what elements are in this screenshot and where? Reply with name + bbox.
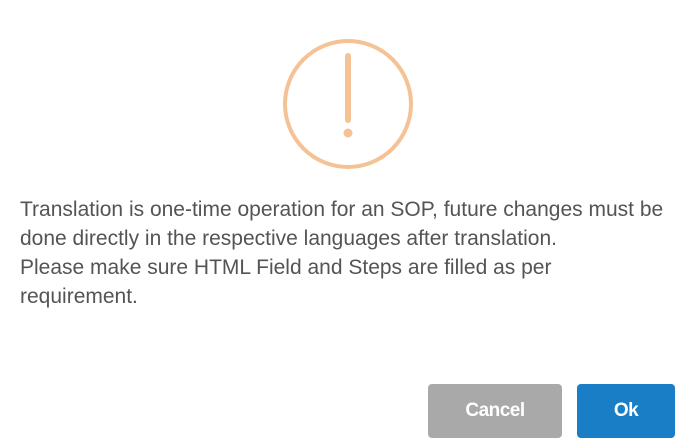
- ok-button[interactable]: Ok: [577, 384, 675, 438]
- cancel-button[interactable]: Cancel: [428, 384, 562, 438]
- warning-circle-icon: [283, 39, 413, 169]
- message-line-requirements: Please make sure HTML Field and Steps ar…: [20, 256, 552, 308]
- translation-warning-dialog: Translation is one-time operation for an…: [0, 0, 693, 448]
- dialog-message: Translation is one-time operation for an…: [20, 195, 670, 311]
- message-line-translation: Translation is one-time operation for an…: [20, 198, 664, 250]
